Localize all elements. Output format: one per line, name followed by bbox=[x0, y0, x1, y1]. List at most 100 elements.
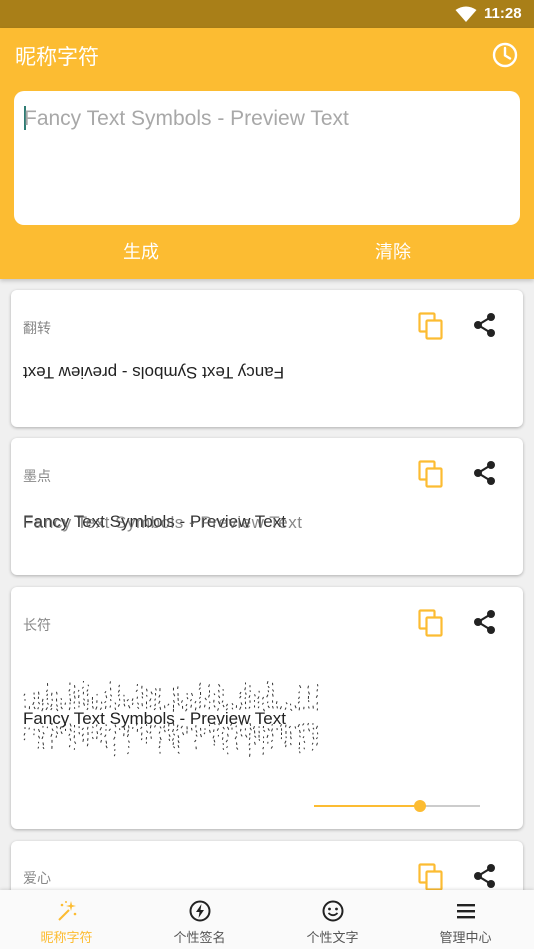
combining-mark bbox=[176, 728, 179, 732]
combining-mark bbox=[208, 694, 210, 698]
combining-mark bbox=[212, 735, 215, 739]
combining-mark bbox=[312, 727, 315, 730]
combining-mark bbox=[117, 689, 120, 693]
combining-mark bbox=[203, 704, 206, 708]
combining-mark bbox=[266, 681, 269, 685]
nav-item-nickname-symbols[interactable]: 昵称字符 bbox=[0, 890, 133, 949]
combining-mark bbox=[158, 745, 161, 749]
combining-mark bbox=[222, 704, 225, 708]
combining-mark bbox=[248, 737, 251, 740]
generate-button[interactable]: 生成 bbox=[123, 238, 159, 264]
combining-mark bbox=[110, 694, 113, 697]
combining-mark bbox=[254, 694, 256, 697]
combining-mark bbox=[218, 683, 221, 687]
combining-mark bbox=[195, 734, 198, 737]
nav-item-fancy-text[interactable]: 个性文字 bbox=[266, 890, 399, 949]
combining-mark bbox=[311, 748, 314, 751]
combining-mark bbox=[213, 693, 216, 696]
combining-mark bbox=[257, 706, 260, 709]
combining-mark bbox=[315, 737, 318, 740]
length-slider[interactable] bbox=[314, 799, 480, 813]
combining-mark bbox=[73, 691, 75, 694]
combining-mark bbox=[284, 740, 287, 744]
copy-icon[interactable] bbox=[418, 460, 444, 488]
combining-mark bbox=[69, 698, 72, 702]
combining-mark bbox=[167, 728, 170, 732]
copy-icon[interactable] bbox=[418, 312, 444, 340]
style-label: 翻转 bbox=[23, 320, 51, 336]
combining-mark bbox=[267, 701, 269, 704]
combining-mark bbox=[262, 746, 264, 750]
combining-mark bbox=[226, 746, 228, 749]
combining-mark bbox=[294, 726, 297, 729]
nav-item-signature[interactable]: 个性签名 bbox=[133, 890, 266, 949]
combining-mark bbox=[86, 689, 89, 692]
combining-mark bbox=[285, 702, 288, 705]
combining-mark bbox=[135, 689, 138, 692]
combining-mark bbox=[56, 731, 59, 735]
combining-mark bbox=[261, 702, 264, 705]
combining-mark bbox=[213, 739, 216, 743]
combining-mark bbox=[311, 742, 314, 745]
combining-mark bbox=[245, 734, 248, 738]
magic-wand-icon bbox=[58, 901, 77, 921]
combining-mark bbox=[262, 696, 264, 700]
combining-mark bbox=[117, 703, 120, 707]
share-icon[interactable] bbox=[472, 863, 498, 889]
combining-mark bbox=[131, 698, 134, 702]
combining-mark bbox=[104, 734, 107, 738]
combining-mark bbox=[47, 702, 49, 705]
combining-mark bbox=[150, 691, 153, 695]
combining-mark bbox=[118, 684, 120, 688]
combining-mark bbox=[213, 705, 216, 708]
history-icon[interactable] bbox=[490, 40, 520, 70]
combining-mark bbox=[180, 700, 183, 703]
combining-mark bbox=[254, 735, 257, 738]
combining-mark bbox=[96, 731, 99, 735]
combining-mark bbox=[177, 740, 180, 744]
combining-mark bbox=[69, 738, 72, 741]
combining-mark bbox=[297, 723, 300, 728]
share-icon[interactable] bbox=[472, 312, 498, 338]
nav-item-management[interactable]: 管理中心 bbox=[399, 890, 532, 949]
share-icon[interactable] bbox=[472, 460, 498, 486]
menu-icon bbox=[457, 904, 475, 919]
combining-mark bbox=[299, 729, 301, 734]
lightning-icon bbox=[189, 900, 211, 922]
combining-mark bbox=[308, 728, 311, 732]
nav-label: 管理中心 bbox=[439, 930, 492, 945]
combining-mark bbox=[23, 732, 26, 736]
share-icon[interactable] bbox=[472, 609, 498, 635]
combining-mark bbox=[308, 691, 310, 695]
combining-mark bbox=[203, 732, 206, 735]
style-label: 爱心 bbox=[23, 870, 51, 886]
combining-mark bbox=[239, 691, 242, 695]
combining-mark bbox=[307, 722, 309, 726]
combining-mark bbox=[189, 699, 192, 702]
combining-mark bbox=[105, 740, 108, 744]
combining-mark bbox=[128, 705, 131, 709]
combining-mark bbox=[32, 701, 35, 706]
combining-mark bbox=[316, 702, 318, 705]
combining-mark bbox=[92, 736, 94, 740]
combining-mark bbox=[239, 695, 242, 699]
combining-mark bbox=[271, 739, 273, 743]
copy-icon[interactable] bbox=[418, 609, 444, 637]
combining-mark bbox=[131, 702, 134, 706]
status-bar: 11:28 bbox=[0, 0, 534, 28]
copy-icon[interactable] bbox=[418, 863, 444, 891]
text-input-field[interactable]: Fancy Text Symbols - Preview Text bbox=[14, 91, 520, 225]
combining-mark bbox=[126, 733, 129, 738]
combining-mark bbox=[105, 745, 108, 749]
combining-mark bbox=[199, 705, 201, 709]
combining-mark bbox=[100, 739, 102, 743]
clear-button[interactable]: 清除 bbox=[375, 238, 411, 264]
combining-mark bbox=[234, 736, 237, 740]
combining-mark bbox=[41, 736, 44, 740]
combining-mark bbox=[23, 693, 26, 696]
combining-mark bbox=[159, 736, 162, 741]
combining-mark bbox=[158, 731, 161, 734]
combining-mark bbox=[263, 729, 266, 732]
slider-thumb[interactable] bbox=[414, 800, 427, 812]
combining-mark bbox=[173, 699, 175, 703]
